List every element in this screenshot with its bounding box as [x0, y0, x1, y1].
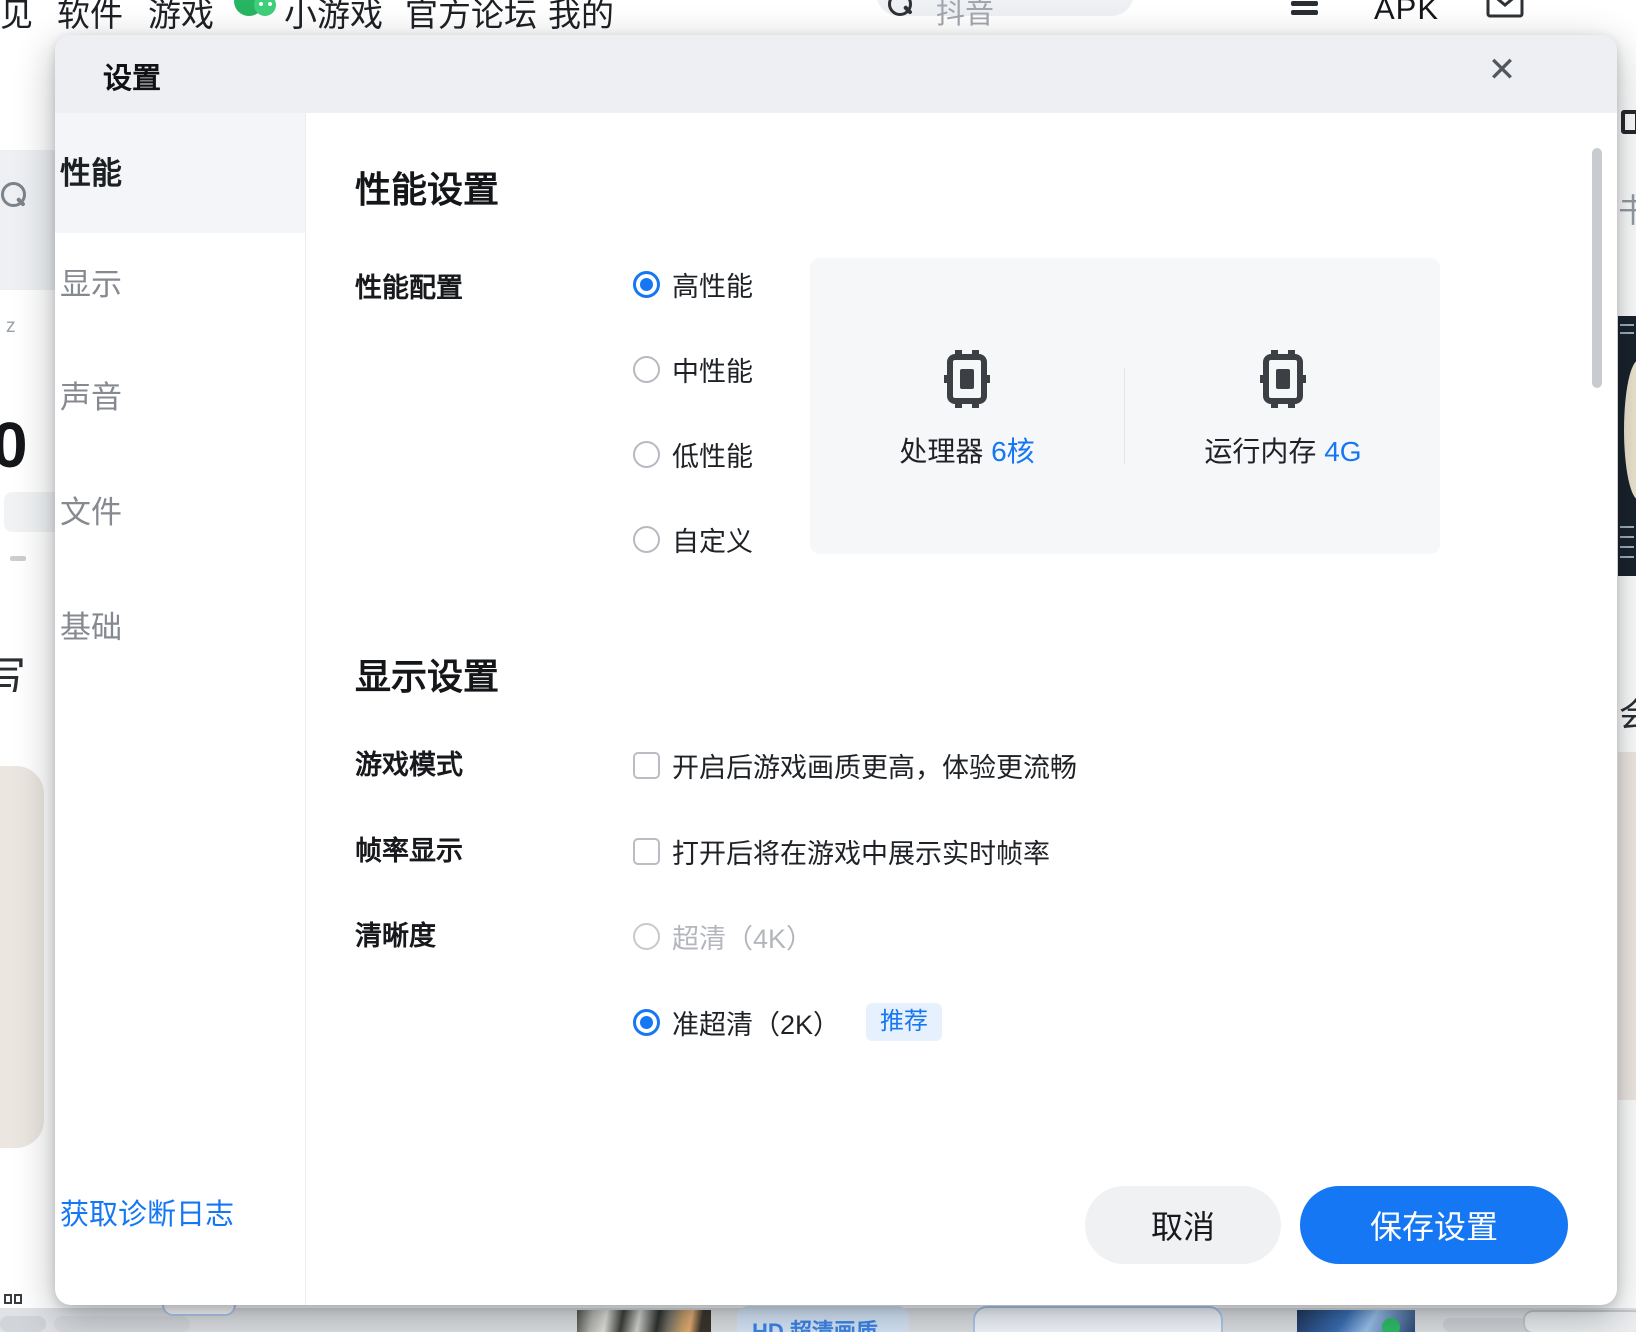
ram-value: 4G — [1324, 436, 1361, 467]
radio-option-custom[interactable]: 自定义 — [633, 522, 753, 556]
radio-option-low[interactable]: 低性能 — [633, 437, 753, 471]
ram-block: 运行内存 4G — [1126, 258, 1440, 554]
radio-selected-icon[interactable] — [633, 271, 660, 298]
display-heading: 显示设置 — [355, 655, 499, 699]
radio-option-high[interactable]: 高性能 — [633, 267, 753, 301]
fps-label: 帧率显示 — [355, 834, 463, 868]
online-dot — [1382, 1318, 1400, 1332]
magnifier-icon — [1, 182, 26, 207]
tiny-fragment: z — [6, 316, 16, 338]
sidebar-item-basic[interactable]: 基础 — [60, 608, 295, 648]
ram-label: 运行内存 4G — [1126, 430, 1440, 470]
screen: 见 软件 游戏 小游戏 官方论坛 我的 抖音 APK — [0, 0, 1636, 1332]
dialog-header: 设置 — [55, 35, 1617, 113]
clarity-option-2k[interactable]: 准超清（2K） 推荐 — [633, 1005, 942, 1039]
fps-checkbox[interactable] — [633, 838, 660, 865]
tab-games[interactable]: 游戏 — [148, 0, 214, 36]
cpu-icon — [944, 350, 990, 408]
apk-button[interactable]: APK — [1374, 0, 1439, 27]
tab-forum[interactable]: 官方论坛 — [405, 0, 537, 36]
sidebar-item-performance[interactable]: 性能 — [60, 154, 295, 194]
background-search-band — [0, 150, 55, 290]
radio-option-medium[interactable]: 中性能 — [633, 352, 753, 386]
radio-icon[interactable] — [633, 526, 660, 553]
big-digit-fragment: 0 — [0, 408, 28, 482]
game-mode-row[interactable]: 开启后游戏画质更高，体验更流畅 — [633, 748, 1077, 782]
background-card-corner — [973, 1306, 1223, 1332]
diagnostic-log-link[interactable]: 获取诊断日志 — [60, 1191, 234, 1233]
book-cover-thumbnail — [1618, 316, 1636, 576]
search-placeholder: 抖音 — [936, 0, 994, 32]
background-card-left — [0, 766, 44, 1148]
performance-config-label: 性能配置 — [355, 271, 463, 305]
dialog-title: 设置 — [103, 55, 161, 97]
tab-mine[interactable]: 我的 — [548, 0, 614, 36]
radio-icon[interactable] — [633, 441, 660, 468]
radio-selected-icon[interactable] — [633, 1009, 660, 1036]
sidebar-divider — [305, 113, 306, 1305]
tab-software[interactable]: 软件 — [57, 0, 123, 36]
glyph-fragment: 写 — [0, 644, 24, 692]
radio-disabled-icon — [633, 923, 660, 950]
cpu-label: 处理器 6核 — [810, 430, 1124, 470]
cpu-block: 处理器 6核 — [810, 258, 1124, 554]
sidebar-item-sound[interactable]: 声音 — [60, 378, 295, 418]
settings-dialog: 设置 ✕ 性能 显示 声音 文件 基础 获取诊断日志 性能设置 性能配置 高性能… — [55, 35, 1617, 1305]
topbar-fragment: 见 — [0, 0, 33, 36]
photo-thumbnail — [577, 1310, 711, 1332]
tab-minigames[interactable]: 小游戏 — [284, 0, 383, 36]
wechat-minigame-icon — [234, 0, 282, 26]
mail-icon[interactable] — [1486, 0, 1524, 18]
menu-icon[interactable] — [1291, 1, 1318, 6]
recommended-badge: 推荐 — [866, 1003, 942, 1041]
shu-fragment: 书 — [1618, 184, 1636, 232]
hui-fragment: 会 — [1619, 688, 1636, 736]
clarity-label: 清晰度 — [355, 919, 436, 953]
search-input[interactable] — [876, 0, 1134, 16]
game-mode-checkbox[interactable] — [633, 752, 660, 779]
game-mode-label: 游戏模式 — [355, 748, 463, 782]
glyph-box-fragment — [1621, 110, 1636, 134]
hardware-panel: 处理器 6核 运行内存 4G — [810, 258, 1440, 554]
radio-icon[interactable] — [633, 356, 660, 383]
dialog-scrollbar[interactable] — [1592, 148, 1602, 388]
sidebar-item-files[interactable]: 文件 — [60, 493, 295, 533]
performance-heading: 性能设置 — [355, 168, 499, 212]
cancel-button[interactable]: 取消 — [1085, 1186, 1281, 1264]
close-icon[interactable]: ✕ — [1475, 43, 1529, 97]
ram-icon — [1260, 350, 1306, 408]
cpu-value: 6核 — [991, 436, 1035, 467]
save-settings-button[interactable]: 保存设置 — [1300, 1186, 1568, 1264]
clarity-option-4k[interactable]: 超清（4K） — [633, 919, 813, 953]
fps-row[interactable]: 打开后将在游戏中展示实时帧率 — [633, 834, 1050, 868]
panel-divider — [1124, 368, 1125, 464]
background-card-right — [1618, 752, 1636, 1100]
sidebar-item-display[interactable]: 显示 — [60, 265, 295, 305]
